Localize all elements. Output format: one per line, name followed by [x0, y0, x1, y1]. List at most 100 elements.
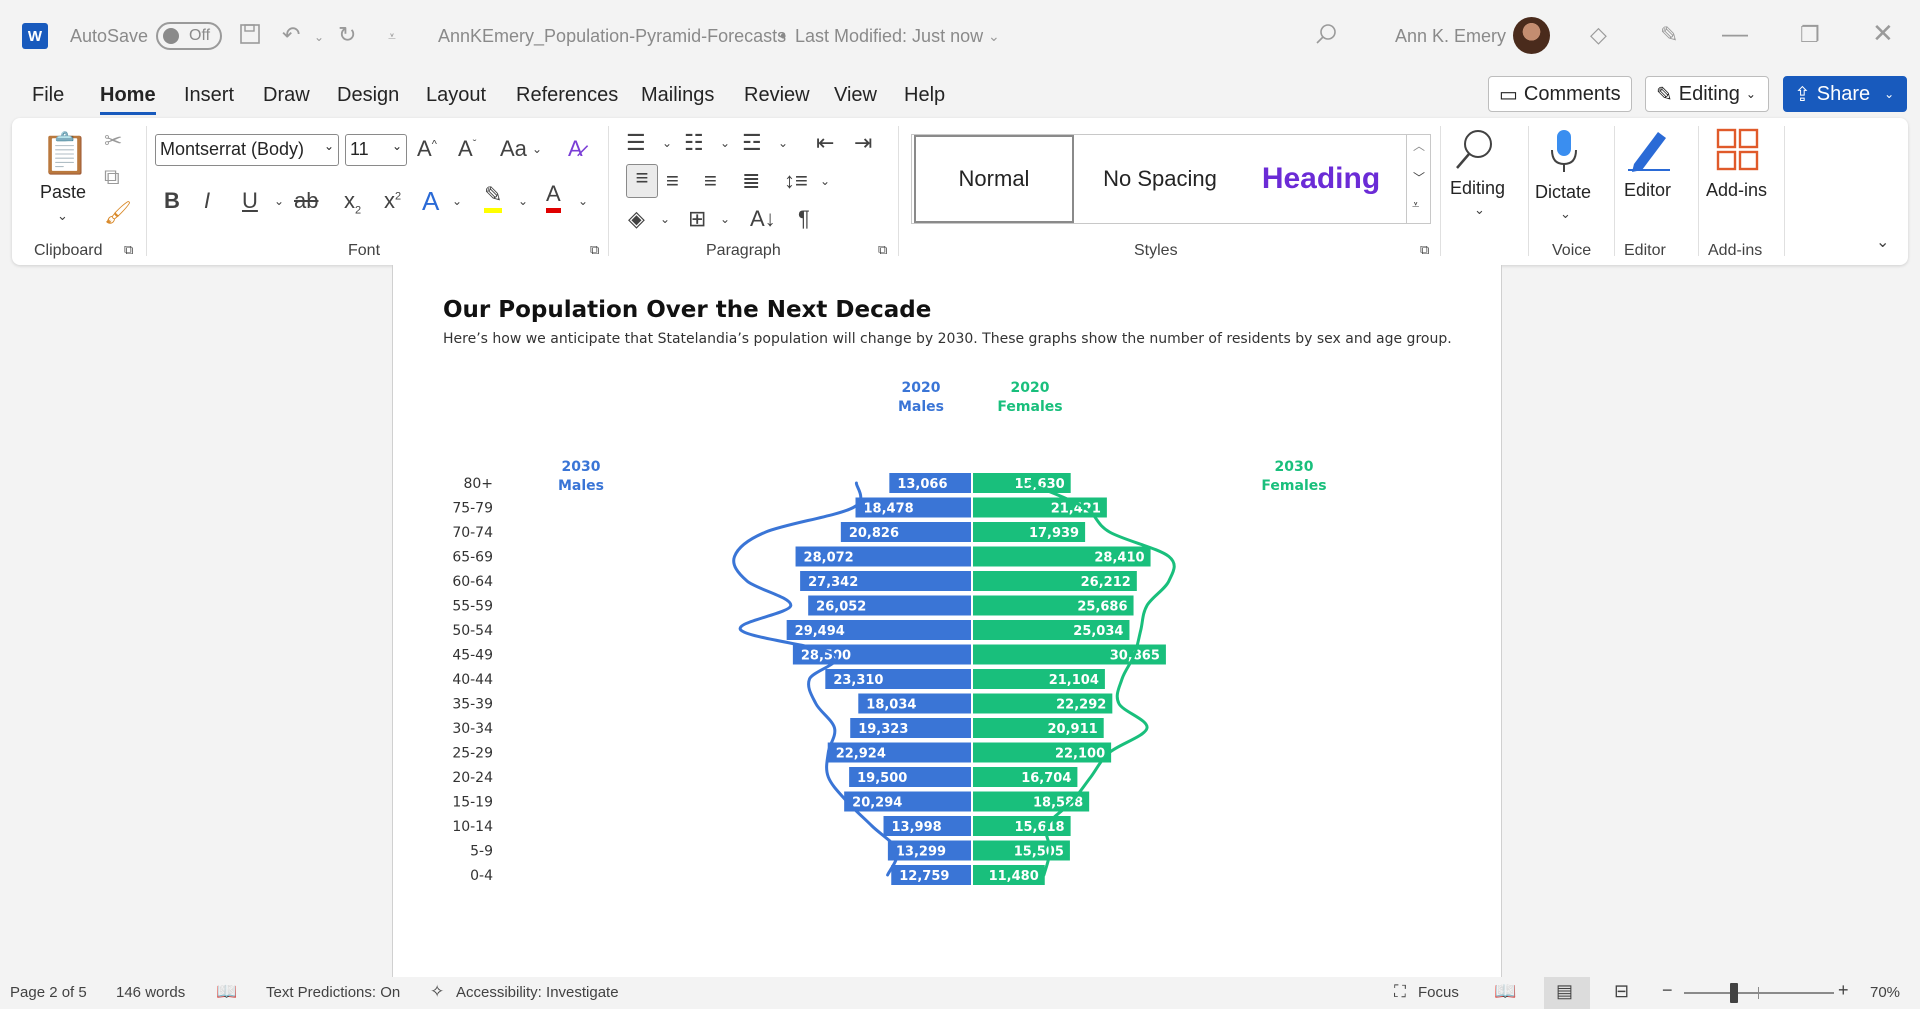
- chevron-down-icon[interactable]: ⌄: [660, 212, 670, 226]
- page-count[interactable]: Page 2 of 5: [10, 984, 87, 1001]
- close-icon[interactable]: ✕: [1872, 18, 1894, 49]
- chevron-down-icon[interactable]: ⌄: [720, 212, 730, 226]
- tab-draw[interactable]: Draw: [263, 84, 310, 107]
- collapse-ribbon-icon[interactable]: ⌄: [1876, 232, 1889, 252]
- align-left-icon[interactable]: ≡: [626, 164, 658, 198]
- change-case-icon[interactable]: Aa: [500, 136, 527, 162]
- paragraph-launcher-icon[interactable]: ⧉: [878, 242, 887, 258]
- find-search-icon[interactable]: [1450, 126, 1498, 180]
- bullets-icon[interactable]: ☰: [626, 130, 646, 156]
- premium-diamond-icon[interactable]: ◇: [1590, 22, 1607, 48]
- decrease-indent-icon[interactable]: ⇤: [816, 130, 834, 156]
- zoom-slider-thumb[interactable]: [1730, 983, 1738, 1003]
- align-right-icon[interactable]: ≡: [704, 168, 717, 194]
- undo-dropdown-icon[interactable]: ⌄: [314, 30, 324, 44]
- web-layout-icon[interactable]: ⊟: [1614, 981, 1629, 1002]
- zoom-in-button[interactable]: +: [1838, 980, 1849, 1001]
- cut-icon[interactable]: ✂: [104, 128, 122, 154]
- chevron-down-icon[interactable]: ⌄: [452, 194, 462, 208]
- grow-font-icon[interactable]: A^: [417, 136, 437, 162]
- focus-button[interactable]: Focus: [1418, 984, 1459, 1001]
- multilevel-list-icon[interactable]: ☲: [742, 130, 762, 156]
- designer-pen-icon[interactable]: ✎: [1660, 22, 1678, 48]
- tab-file[interactable]: File: [32, 84, 64, 107]
- chevron-down-icon[interactable]: ⌄: [662, 136, 672, 150]
- tab-layout[interactable]: Layout: [426, 84, 486, 107]
- italic-icon[interactable]: I: [204, 188, 210, 214]
- redo-icon[interactable]: ↻: [338, 22, 356, 48]
- font-launcher-icon[interactable]: ⧉: [590, 242, 599, 258]
- tab-review[interactable]: Review: [744, 84, 810, 107]
- avatar[interactable]: [1513, 17, 1550, 54]
- text-effects-icon[interactable]: A: [422, 186, 439, 217]
- undo-icon[interactable]: ↶: [282, 22, 300, 48]
- last-modified[interactable]: Last Modified: Just now: [795, 26, 983, 47]
- microphone-icon[interactable]: [1544, 126, 1584, 184]
- tab-design[interactable]: Design: [337, 84, 399, 107]
- increase-indent-icon[interactable]: ⇥: [854, 130, 872, 156]
- chevron-down-icon[interactable]: ⌄: [532, 142, 542, 156]
- chevron-down-icon[interactable]: ⌄: [578, 194, 588, 208]
- text-predictions[interactable]: Text Predictions: On: [266, 984, 400, 1001]
- accessibility-status[interactable]: Accessibility: Investigate: [456, 984, 619, 1001]
- show-formatting-icon[interactable]: ¶: [798, 206, 810, 232]
- addins-button[interactable]: Add-ins: [1706, 180, 1767, 201]
- chevron-down-icon[interactable]: ⌄: [1560, 206, 1571, 222]
- justify-icon[interactable]: ≣: [742, 168, 760, 194]
- line-spacing-icon[interactable]: ↕≡: [784, 168, 808, 194]
- copy-icon[interactable]: ⧉: [104, 164, 120, 190]
- numbering-icon[interactable]: ☷: [684, 130, 704, 156]
- sort-icon[interactable]: A↓: [750, 206, 776, 232]
- font-color-icon[interactable]: A: [546, 180, 561, 213]
- dictate-button[interactable]: Dictate: [1535, 182, 1591, 203]
- customize-toolbar-icon[interactable]: ⩡: [388, 28, 396, 45]
- font-size-select[interactable]: 11 ⌄: [345, 134, 407, 166]
- underline-icon[interactable]: U: [242, 188, 258, 214]
- subscript-icon[interactable]: x2: [344, 188, 361, 216]
- proofing-book-icon[interactable]: 📖: [216, 982, 237, 1002]
- zoom-level[interactable]: 70%: [1870, 984, 1900, 1001]
- search-icon[interactable]: [1314, 22, 1338, 52]
- document-heading[interactable]: Our Population Over the Next Decade: [443, 297, 931, 323]
- highlight-icon[interactable]: ✎: [484, 182, 503, 213]
- styles-more-icon[interactable]: ⩡: [1412, 197, 1419, 213]
- comments-button[interactable]: ▭ Comments: [1488, 76, 1632, 112]
- word-count[interactable]: 146 words: [116, 984, 185, 1001]
- scroll-up-icon[interactable]: ︿: [1413, 137, 1425, 154]
- paste-label[interactable]: Paste: [40, 182, 86, 203]
- focus-icon[interactable]: ⛶: [1394, 982, 1406, 1002]
- superscript-icon[interactable]: x2: [384, 188, 401, 214]
- minimize-icon[interactable]: —: [1722, 18, 1748, 49]
- style-heading[interactable]: Heading: [1246, 135, 1396, 223]
- chevron-down-icon[interactable]: ⌄: [274, 194, 284, 208]
- tab-view[interactable]: View: [834, 84, 877, 107]
- save-icon[interactable]: [238, 22, 262, 52]
- document-title[interactable]: AnnKEmery_Population-Pyramid-Forecasts: [438, 26, 786, 47]
- clear-formatting-icon[interactable]: A̷: [568, 136, 583, 162]
- font-name-select[interactable]: Montserrat (Body) ⌄: [155, 134, 339, 166]
- tab-mailings[interactable]: Mailings: [641, 84, 714, 107]
- tab-home[interactable]: Home: [100, 84, 156, 115]
- clipboard-launcher-icon[interactable]: ⧉: [124, 242, 133, 258]
- editor-pen-icon[interactable]: [1624, 126, 1674, 182]
- shading-icon[interactable]: ◈: [628, 206, 645, 232]
- editing-mode-button[interactable]: ✎ Editing ⌄: [1645, 76, 1769, 112]
- chevron-down-icon[interactable]: ⌄: [820, 174, 830, 188]
- scroll-down-icon[interactable]: ﹀: [1413, 169, 1425, 186]
- accessibility-icon[interactable]: ✧: [430, 982, 444, 1002]
- editor-button[interactable]: Editor: [1624, 180, 1671, 201]
- chevron-down-icon[interactable]: ⌄: [1474, 202, 1485, 218]
- style-no-spacing[interactable]: No Spacing: [1080, 135, 1240, 223]
- user-name[interactable]: Ann K. Emery: [1395, 26, 1506, 47]
- document-page[interactable]: Our Population Over the Next Decade Here…: [392, 265, 1502, 977]
- share-button[interactable]: ⇪ Share ⌄: [1783, 76, 1907, 112]
- styles-launcher-icon[interactable]: ⧉: [1420, 242, 1429, 258]
- style-normal[interactable]: Normal: [914, 135, 1074, 223]
- autosave-toggle[interactable]: Off: [156, 22, 222, 50]
- shrink-font-icon[interactable]: Aˇ: [458, 136, 476, 162]
- tab-insert[interactable]: Insert: [184, 84, 234, 107]
- tab-references[interactable]: References: [516, 84, 618, 107]
- align-center-icon[interactable]: ≡: [666, 168, 679, 194]
- borders-icon[interactable]: ⊞: [688, 206, 706, 232]
- zoom-slider-track[interactable]: [1684, 992, 1834, 994]
